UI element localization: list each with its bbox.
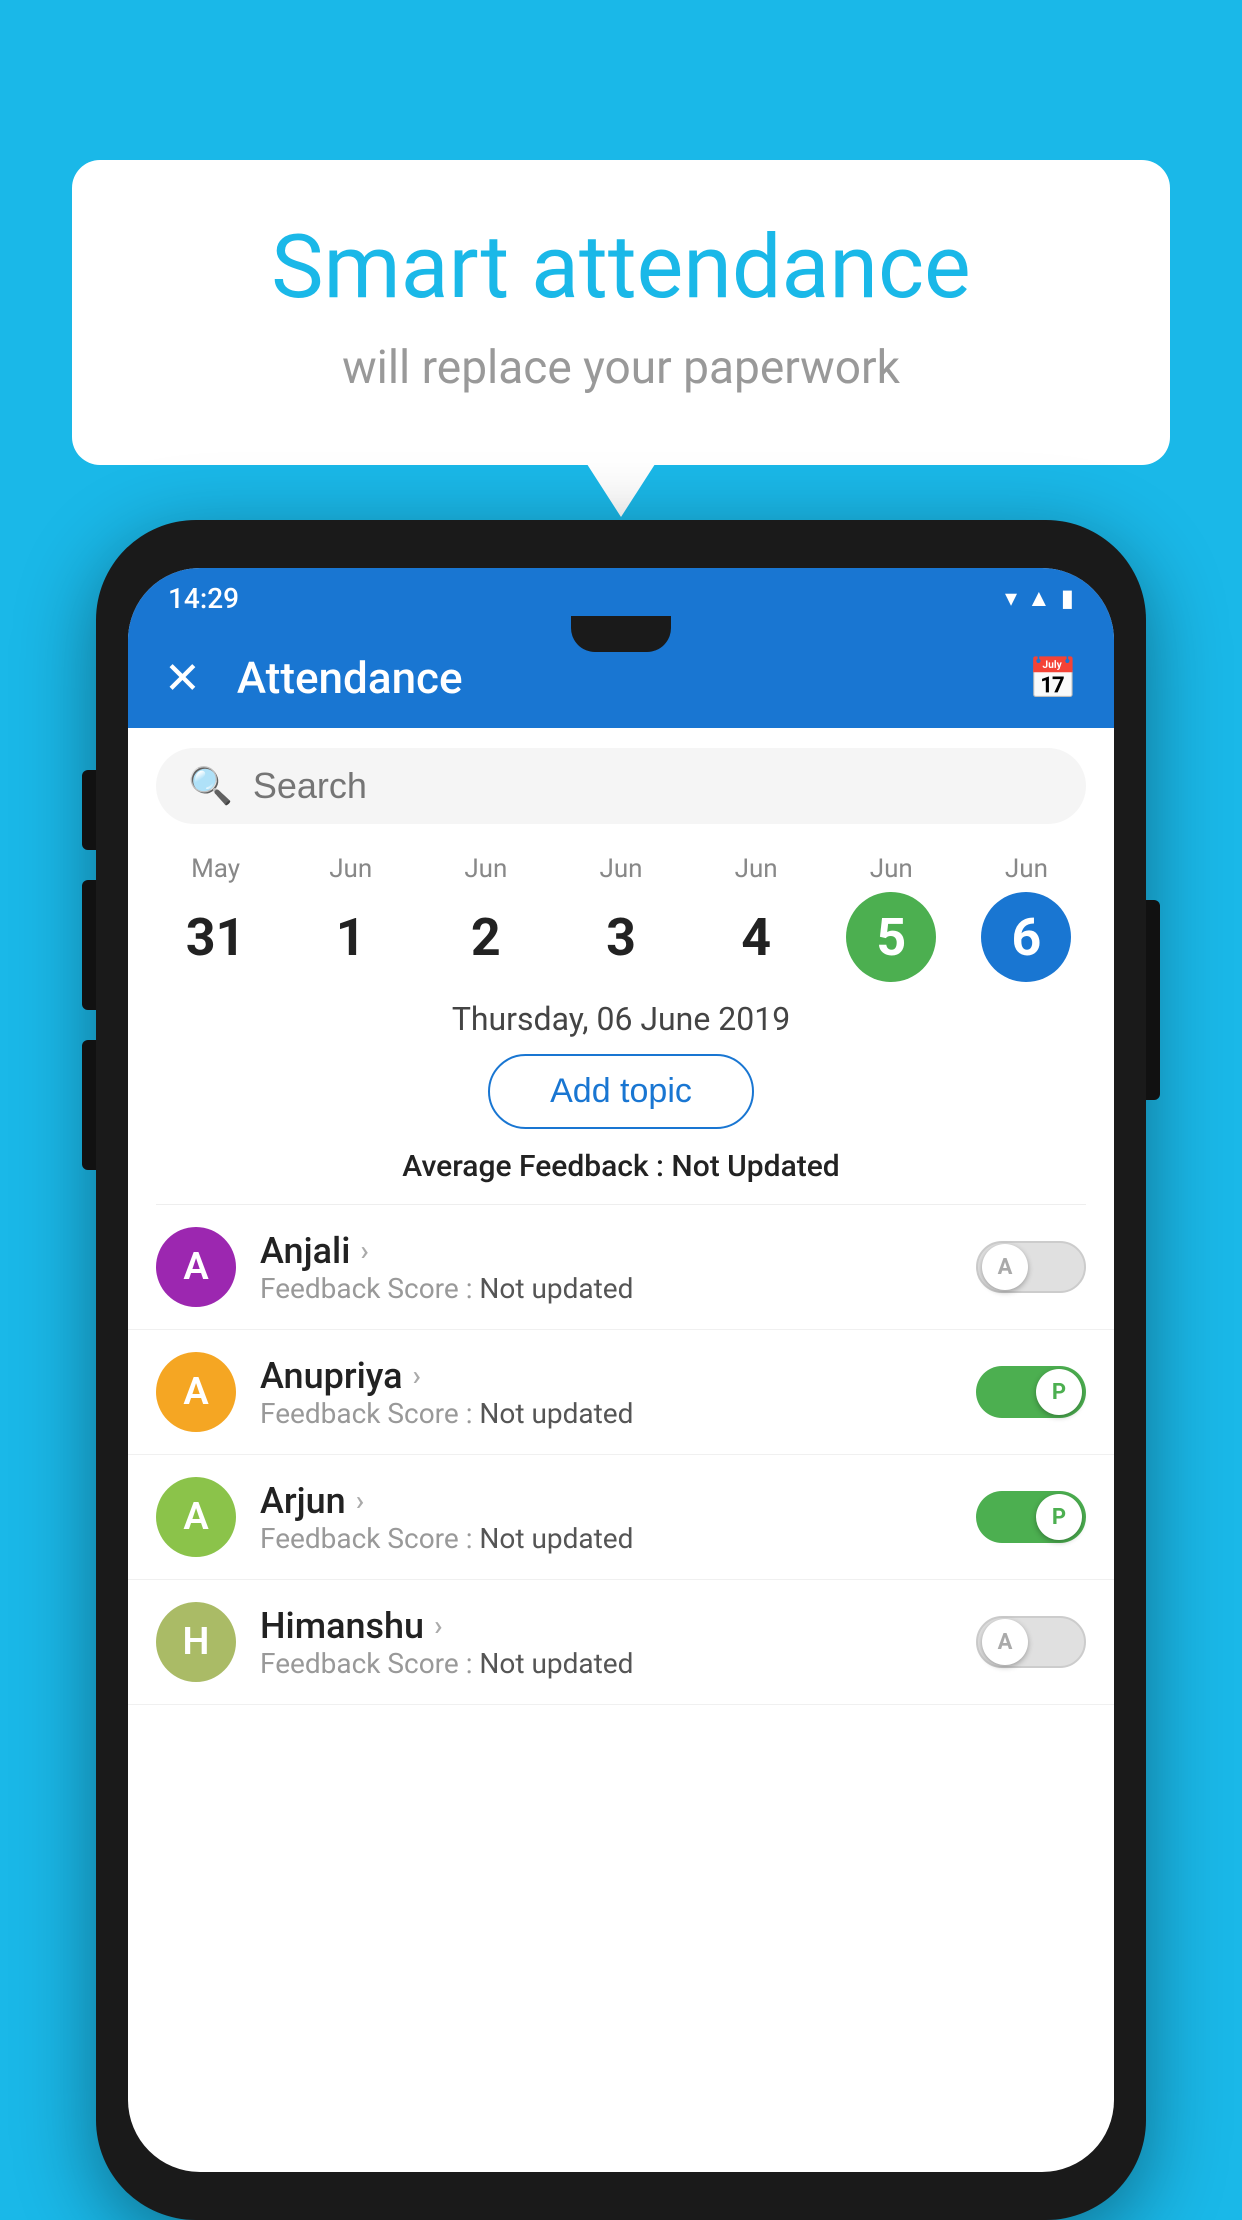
volume-down-button [82, 1040, 96, 1170]
feedback-score: Feedback Score : Not updated [260, 1647, 952, 1680]
month-label: Jun [329, 854, 372, 884]
month-label: Jun [599, 854, 642, 884]
day-number[interactable]: 31 [171, 892, 261, 982]
avg-feedback-label: Average Feedback : [402, 1149, 671, 1184]
feedback-score: Feedback Score : Not updated [260, 1272, 952, 1305]
search-icon: 🔍 [188, 765, 233, 807]
day-number[interactable]: 2 [441, 892, 531, 982]
volume-up-button [82, 880, 96, 1010]
date-scroller: May 31 Jun 1 Jun 2 Jun 3 Jun 4 Jun 5 Jun 6 [128, 844, 1114, 982]
avatar: A [156, 1477, 236, 1557]
student-name: Anjali › [260, 1230, 952, 1272]
headline: Smart attendance [152, 220, 1090, 317]
phone-frame: 14:29 ▾ ▲ ▮ ✕ Attendance 📅 🔍 May31Jun [96, 520, 1146, 2220]
power-button [1146, 900, 1160, 1100]
signal-icon: ▲ [1027, 584, 1051, 613]
battery-icon: ▮ [1061, 584, 1074, 612]
date-item[interactable]: May 31 [148, 854, 283, 982]
selected-date-display: Thursday, 06 June 2019 [128, 1000, 1114, 1038]
date-item[interactable]: Jun 3 [553, 854, 688, 982]
feedback-score: Feedback Score : Not updated [260, 1522, 952, 1555]
student-row[interactable]: A Anjali ›Feedback Score : Not updated A [128, 1205, 1114, 1330]
calendar-icon[interactable]: 📅 [1028, 655, 1078, 702]
student-info: Anjali ›Feedback Score : Not updated [260, 1230, 952, 1305]
student-list: AAnjali ›Feedback Score : Not updatedAAA… [128, 1205, 1114, 1705]
day-number[interactable]: 1 [306, 892, 396, 982]
student-name: Arjun › [260, 1480, 952, 1522]
student-name: Anupriya › [260, 1355, 952, 1397]
chevron-icon: › [434, 1609, 442, 1642]
student-info: Himanshu ›Feedback Score : Not updated [260, 1605, 952, 1680]
day-number[interactable]: 6 [981, 892, 1071, 982]
month-label: May [191, 854, 240, 884]
date-item[interactable]: Jun 5 [824, 854, 959, 982]
search-input[interactable] [253, 765, 1054, 807]
student-info: Anupriya ›Feedback Score : Not updated [260, 1355, 952, 1430]
avatar: A [156, 1352, 236, 1432]
toggle-knob: A [982, 1619, 1028, 1665]
volume-mute-button [82, 770, 96, 850]
chevron-icon: › [360, 1234, 368, 1267]
attendance-toggle[interactable]: A [976, 1241, 1086, 1293]
notch [571, 616, 671, 652]
attendance-toggle[interactable]: A [976, 1616, 1086, 1668]
attendance-toggle[interactable]: P [976, 1366, 1086, 1418]
wifi-icon: ▾ [1005, 584, 1017, 612]
month-label: Jun [1005, 854, 1048, 884]
toggle-knob: A [982, 1244, 1028, 1290]
student-name: Himanshu › [260, 1605, 952, 1647]
avatar: A [156, 1227, 236, 1307]
avg-feedback-value: Not Updated [671, 1149, 839, 1184]
date-item[interactable]: Jun 1 [283, 854, 418, 982]
avg-feedback: Average Feedback : Not Updated [128, 1149, 1114, 1184]
month-label: Jun [464, 854, 507, 884]
student-row[interactable]: A Arjun ›Feedback Score : Not updated P [128, 1455, 1114, 1580]
day-number[interactable]: 3 [576, 892, 666, 982]
toggle-knob: P [1036, 1494, 1082, 1540]
search-bar[interactable]: 🔍 [156, 748, 1086, 824]
month-label: Jun [870, 854, 913, 884]
feedback-score: Feedback Score : Not updated [260, 1397, 952, 1430]
subtext: will replace your paperwork [152, 341, 1090, 395]
feedback-value: Not updated [479, 1522, 633, 1555]
avatar: H [156, 1602, 236, 1682]
toggle-knob: P [1036, 1369, 1082, 1415]
add-topic-button[interactable]: Add topic [488, 1054, 754, 1129]
date-item[interactable]: Jun 2 [418, 854, 553, 982]
phone-mockup: 14:29 ▾ ▲ ▮ ✕ Attendance 📅 🔍 May31Jun [96, 520, 1146, 2220]
student-info: Arjun ›Feedback Score : Not updated [260, 1480, 952, 1555]
date-item[interactable]: Jun 6 [959, 854, 1094, 982]
student-row[interactable]: H Himanshu ›Feedback Score : Not updated A [128, 1580, 1114, 1705]
feedback-value: Not updated [479, 1647, 633, 1680]
chevron-icon: › [413, 1359, 421, 1392]
feedback-value: Not updated [479, 1397, 633, 1430]
status-time: 14:29 [168, 582, 239, 615]
day-number[interactable]: 4 [711, 892, 801, 982]
close-button[interactable]: ✕ [164, 652, 201, 704]
status-icons: ▾ ▲ ▮ [1005, 584, 1074, 613]
month-label: Jun [735, 854, 778, 884]
feedback-value: Not updated [479, 1272, 633, 1305]
speech-bubble: Smart attendance will replace your paper… [72, 160, 1170, 465]
student-row[interactable]: A Anupriya ›Feedback Score : Not updated P [128, 1330, 1114, 1455]
attendance-toggle[interactable]: P [976, 1491, 1086, 1543]
phone-screen: 14:29 ▾ ▲ ▮ ✕ Attendance 📅 🔍 May31Jun [128, 568, 1114, 2172]
app-bar-title: Attendance [237, 652, 992, 704]
chevron-icon: › [356, 1484, 364, 1517]
day-number[interactable]: 5 [846, 892, 936, 982]
date-item[interactable]: Jun 4 [689, 854, 824, 982]
